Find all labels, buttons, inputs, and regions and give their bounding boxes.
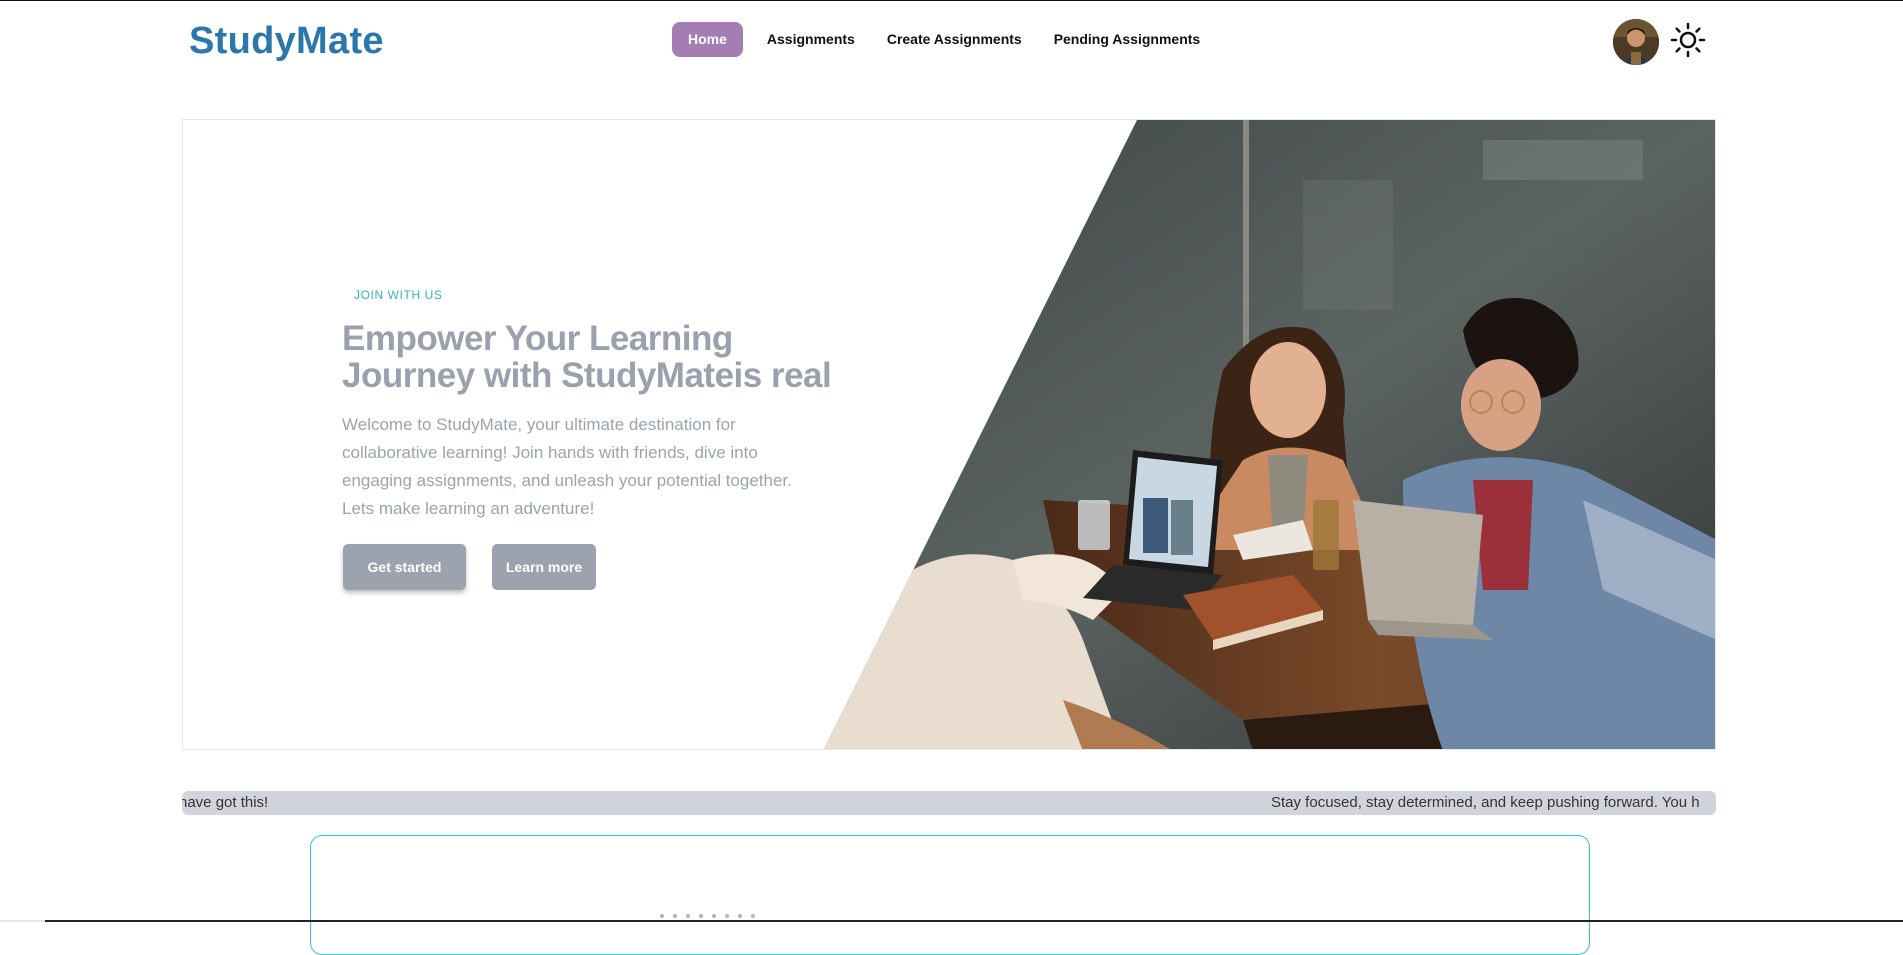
user-avatar[interactable] bbox=[1613, 19, 1659, 65]
hero-section: JOIN WITH US Empower Your Learning Journ… bbox=[182, 119, 1716, 750]
motivation-marquee: have got this! Stay focused, stay determ… bbox=[182, 791, 1716, 815]
nav-pending-assignments[interactable]: Pending Assignments bbox=[1038, 22, 1217, 57]
main-nav: Home Assignments Create Assignments Pend… bbox=[672, 22, 1216, 57]
hero-title: Empower Your Learning Journey with Study… bbox=[342, 319, 832, 395]
theme-toggle-button[interactable] bbox=[1670, 22, 1706, 58]
sun-icon bbox=[1670, 22, 1706, 58]
carousel-dot[interactable] bbox=[660, 914, 664, 918]
get-started-button[interactable]: Get started bbox=[343, 544, 466, 590]
learn-more-button[interactable]: Learn more bbox=[492, 544, 596, 590]
window-top-border bbox=[0, 0, 1903, 1]
carousel-dots bbox=[660, 914, 755, 918]
nav-home[interactable]: Home bbox=[672, 22, 743, 57]
hero-eyebrow: JOIN WITH US bbox=[354, 288, 443, 302]
marquee-text-left: have got this! bbox=[182, 794, 269, 811]
nav-create-assignments[interactable]: Create Assignments bbox=[871, 22, 1038, 57]
brand-logo[interactable]: StudyMate bbox=[189, 20, 384, 63]
feature-card bbox=[310, 835, 1590, 955]
carousel-dot[interactable] bbox=[725, 914, 729, 918]
carousel-dot[interactable] bbox=[699, 914, 703, 918]
marquee-text-right: Stay focused, stay determined, and keep … bbox=[1271, 794, 1700, 811]
avatar-image bbox=[1613, 19, 1659, 65]
carousel-dot[interactable] bbox=[712, 914, 716, 918]
carousel-dot[interactable] bbox=[751, 914, 755, 918]
carousel-dot[interactable] bbox=[673, 914, 677, 918]
nav-assignments[interactable]: Assignments bbox=[751, 22, 871, 57]
hero-description: Welcome to StudyMate, your ultimate dest… bbox=[342, 415, 792, 518]
carousel-dot[interactable] bbox=[738, 914, 742, 918]
carousel-dot[interactable] bbox=[686, 914, 690, 918]
